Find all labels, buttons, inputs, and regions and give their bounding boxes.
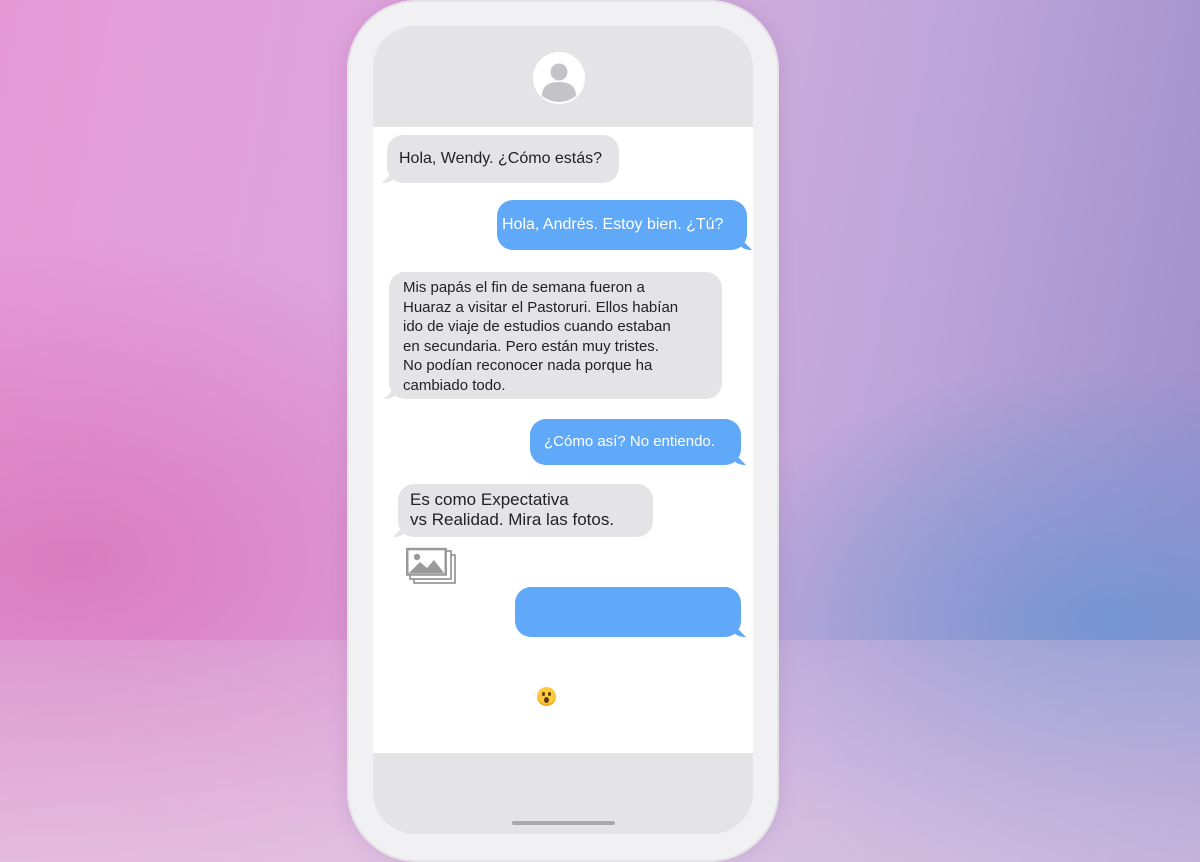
user-avatar-icon[interactable] <box>533 52 585 104</box>
photos-attachment-icon[interactable] <box>405 547 457 585</box>
message-bubble-incoming: Es como Expectativa vs Realidad. Mira la… <box>398 484 653 537</box>
message-bubble-outgoing: No es el mismo lugar. <box>515 587 741 706</box>
message-bubble-outgoing: ¿Cómo así? No entiendo. <box>530 419 741 465</box>
message-text: No es el mismo lugar. <box>535 653 689 670</box>
chat-header <box>373 26 753 127</box>
surprised-face-emoji <box>537 687 556 706</box>
message-bubble-incoming: Mis papás el fin de semana fueron a Huar… <box>389 272 722 399</box>
message-thread[interactable]: Hola, Wendy. ¿Cómo estás? Hola, Andrés. … <box>373 127 753 753</box>
phone-screen: Hola, Wendy. ¿Cómo estás? Hola, Andrés. … <box>373 26 753 834</box>
message-bubble-incoming: Hola, Wendy. ¿Cómo estás? <box>387 135 619 183</box>
message-bubble-outgoing: Hola, Andrés. Estoy bien. ¿Tú? <box>497 200 747 250</box>
home-indicator[interactable] <box>512 821 615 825</box>
